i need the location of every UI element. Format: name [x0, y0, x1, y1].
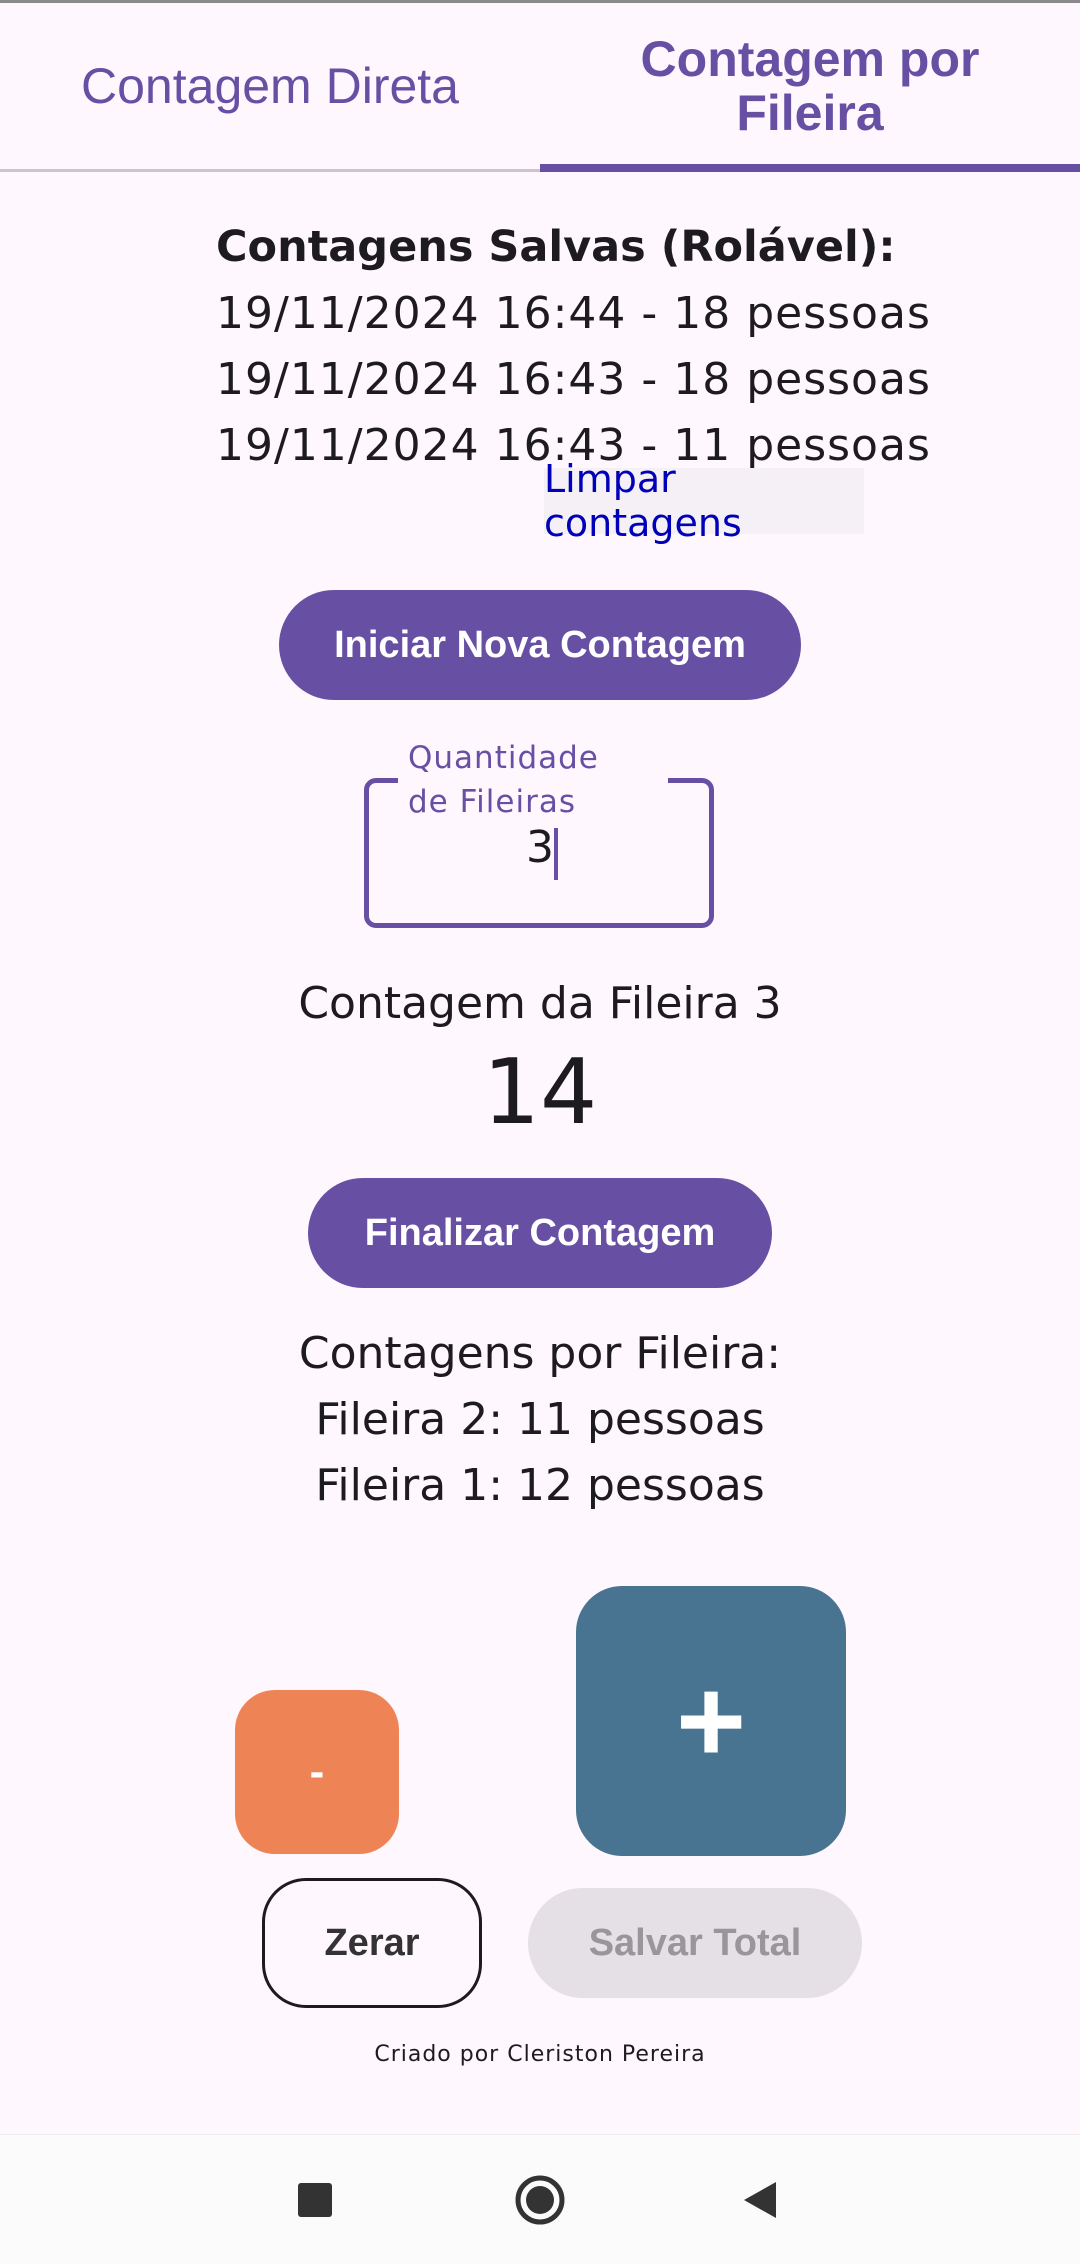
increment-button[interactable]: +	[576, 1586, 846, 1856]
save-total-button[interactable]: Salvar Total	[528, 1888, 862, 1998]
current-row-count: 14	[482, 1040, 598, 1145]
credit-text: Criado por Cleriston Pereira	[374, 2042, 706, 2067]
row-counts-title: Contagens por Fileira:	[298, 1328, 782, 1379]
row-count-item: Fileira 2: 11 pessoas	[315, 1394, 765, 1445]
saved-count-item: 19/11/2024 16:44 - 18 pessoas	[216, 288, 931, 339]
start-new-count-button[interactable]: Iniciar Nova Contagem	[279, 590, 801, 700]
text-caret	[554, 828, 558, 880]
tab-contagem-por-fileira[interactable]: Contagem por Fileira	[540, 0, 1080, 171]
decrement-button[interactable]: -	[235, 1690, 399, 1854]
tab-label: Contagem por Fileira	[640, 30, 980, 141]
row-count-item: Fileira 1: 12 pessoas	[315, 1460, 765, 1511]
saved-counts-title: Contagens Salvas (Rolável):	[216, 222, 896, 272]
recents-icon[interactable]	[285, 2170, 345, 2230]
rows-quantity-value[interactable]: 3	[526, 822, 554, 873]
reset-button[interactable]: Zerar	[262, 1878, 482, 2008]
back-icon[interactable]	[730, 2170, 790, 2230]
tab-selected-indicator	[540, 164, 1080, 172]
finish-count-button[interactable]: Finalizar Contagem	[308, 1178, 772, 1288]
saved-count-item: 19/11/2024 16:43 - 18 pessoas	[216, 354, 931, 405]
tab-label: Contagem Direta	[81, 57, 459, 114]
home-icon[interactable]	[510, 2170, 570, 2230]
tab-contagem-direta[interactable]: Contagem Direta	[0, 0, 540, 171]
clear-counts-link[interactable]: Limpar contagens	[544, 457, 864, 545]
current-row-heading: Contagem da Fileira 3	[298, 978, 782, 1029]
rows-quantity-label: Quantidade de Fileiras	[408, 740, 599, 820]
